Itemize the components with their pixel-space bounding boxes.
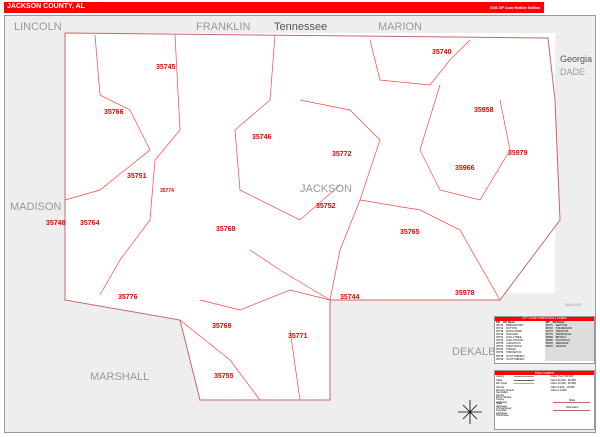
zip-label[interactable]: 35768: [216, 226, 236, 233]
state-label-georgia: Georgia: [560, 54, 592, 64]
zip-label[interactable]: 35765: [400, 229, 420, 236]
zip-label[interactable]: 35966: [455, 165, 475, 172]
zip-name: HIGDON: [555, 345, 567, 349]
county-label-dade: DADE: [560, 67, 585, 77]
zip-label[interactable]: 35755: [214, 373, 234, 380]
legend-city: Cities 0-4,999: [550, 389, 567, 393]
county-label-jackson: JACKSON: [300, 183, 352, 195]
zip-label[interactable]: 35748: [46, 220, 66, 227]
legend-item: Toll Routes: [496, 413, 509, 417]
county-label-marion: MARION: [378, 21, 422, 33]
zip-label[interactable]: 35764: [80, 220, 100, 227]
index-column-right: ZIP ZIP Name 35771 SECTION 35772 STEVENSON …: [544, 321, 594, 361]
index-column-left: ZIP ZIP Name 35740 BRIDGEPORT 35744 DUTTON …: [495, 321, 545, 361]
compass-rose-icon: [458, 400, 482, 424]
zip-label[interactable]: 35772: [332, 151, 352, 158]
county-label-walker: WALKER: [565, 302, 582, 307]
zip-label[interactable]: 35774: [160, 188, 174, 194]
zip-label[interactable]: 35771: [288, 333, 308, 340]
zip-label[interactable]: 35745: [156, 64, 176, 71]
zip-label[interactable]: 35769: [212, 323, 232, 330]
jackson-county: [64, 32, 561, 401]
zip: 35769: [496, 357, 504, 361]
zip-label[interactable]: 35746: [252, 134, 272, 141]
zip-label[interactable]: 35766: [104, 109, 124, 116]
county-label-franklin: FRANKLIN: [196, 21, 250, 33]
zip-label[interactable]: 35744: [340, 294, 360, 301]
zip-label[interactable]: 35776: [118, 294, 138, 301]
zip-label[interactable]: 35958: [474, 107, 494, 114]
county-label-marshall: MARSHALL: [90, 371, 149, 383]
zip-name: SCOTTSBORO: [506, 357, 525, 361]
map-legend: Map Legend County State ZIP Code Streets…: [494, 370, 595, 430]
county-label-dekalb: DEKALB: [452, 346, 495, 358]
zip-index-table: ZIP Code Index/Grid Locator ZIP ZIP Name …: [494, 316, 595, 364]
zip-label[interactable]: 35979: [508, 150, 528, 157]
county-label-madison: MADISON: [10, 201, 61, 213]
zip-label[interactable]: 35740: [432, 49, 452, 56]
state-label-tennessee: Tennessee: [274, 21, 327, 33]
zip: 35979: [545, 345, 553, 349]
zip-label[interactable]: 35751: [127, 173, 147, 180]
county-label-lincoln: LINCOLN: [14, 21, 62, 33]
zip-label[interactable]: 35752: [316, 203, 336, 210]
zip-label[interactable]: 35978: [455, 290, 475, 297]
